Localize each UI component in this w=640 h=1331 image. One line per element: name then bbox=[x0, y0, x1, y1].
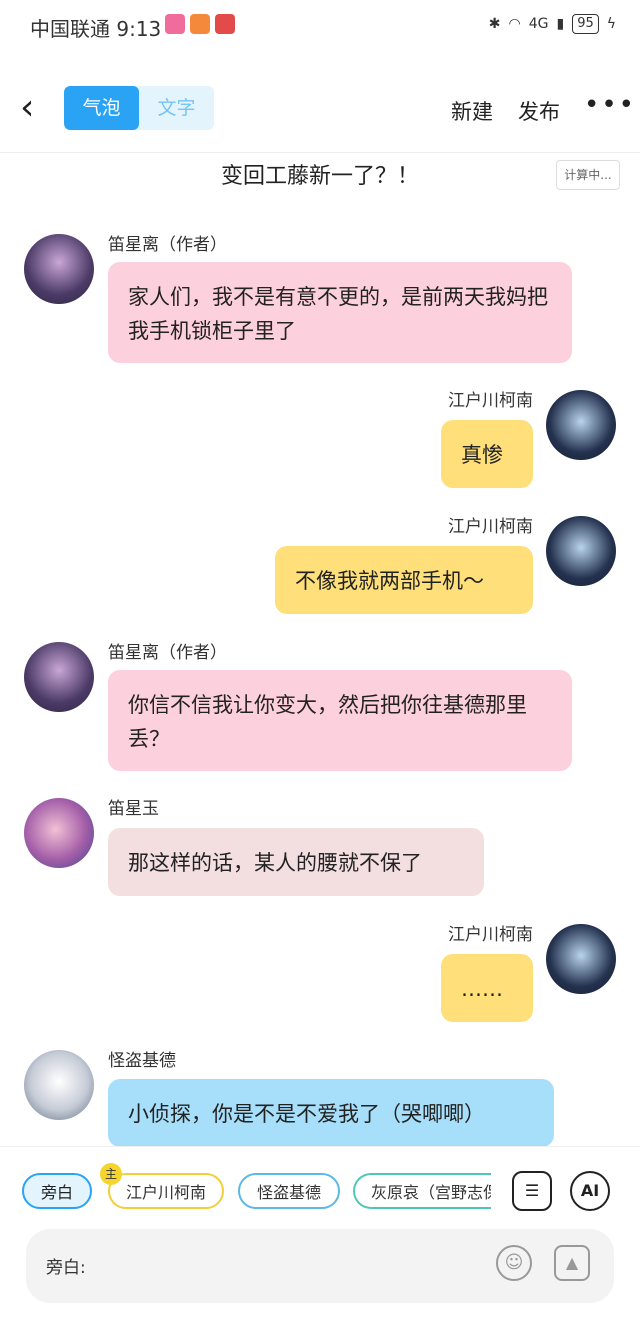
image-icon[interactable]: ▲ bbox=[554, 1245, 590, 1281]
chat-bubble[interactable]: 不像我就两部手机～ bbox=[275, 546, 533, 614]
carrier-time: 中国联通 9:13 bbox=[30, 17, 162, 41]
bilibili-icon bbox=[165, 14, 185, 34]
sender-name: 笛星离（作者） bbox=[108, 235, 227, 255]
network-type: 4G bbox=[528, 16, 549, 32]
avatar-conan[interactable] bbox=[546, 390, 616, 460]
sender-name: 笛星玉 bbox=[108, 799, 159, 819]
status-icons: ✱ ◠ 4G ▮ 95 ϟ bbox=[489, 14, 616, 34]
character-chip-narration[interactable]: 旁白 bbox=[22, 1173, 92, 1209]
composer-panel: 旁白 江户川柯南 主 怪盗基德 灰原哀（宫野志保） ☰ AI 旁白: ☺ ▲ bbox=[0, 1146, 640, 1331]
message-input[interactable]: 旁白: ☺ ▲ bbox=[26, 1229, 614, 1303]
tab-bubble[interactable]: 气泡 bbox=[64, 86, 139, 130]
avatar-kid[interactable] bbox=[24, 1050, 94, 1120]
chat-bubble[interactable]: 小侦探，你是不是不爱我了（哭唧唧） bbox=[108, 1079, 554, 1147]
chapter-title[interactable]: 变回工藤新一了？！ bbox=[0, 158, 640, 190]
sender-name: 笛星离（作者） bbox=[108, 643, 227, 663]
emoji-icon[interactable]: ☺ bbox=[496, 1245, 532, 1281]
avatar-author[interactable] bbox=[24, 234, 94, 304]
avatar-author[interactable] bbox=[24, 642, 94, 712]
ai-button[interactable]: AI bbox=[570, 1171, 610, 1211]
tab-text[interactable]: 文字 bbox=[139, 86, 214, 130]
charging-icon: ϟ bbox=[606, 16, 616, 32]
main-character-badge: 主 bbox=[100, 1163, 122, 1185]
chat-bubble[interactable]: …… bbox=[441, 954, 533, 1022]
bluetooth-icon: ✱ bbox=[488, 16, 501, 32]
character-chip-kid[interactable]: 怪盗基德 bbox=[238, 1173, 340, 1209]
avatar-conan[interactable] bbox=[546, 516, 616, 586]
sender-name: 江户川柯南 bbox=[448, 391, 533, 411]
sender-name: 江户川柯南 bbox=[448, 517, 533, 537]
sender-name: 怪盗基德 bbox=[108, 1051, 176, 1071]
signal-icon: ▮ bbox=[556, 16, 565, 32]
back-chevron-icon[interactable]: ‹ bbox=[20, 88, 50, 128]
character-chip-haibara[interactable]: 灰原哀（宫野志保） bbox=[353, 1173, 491, 1209]
new-button[interactable]: 新建 bbox=[451, 96, 493, 126]
avatar-xingyu[interactable] bbox=[24, 798, 94, 868]
more-icon[interactable]: ••• bbox=[584, 90, 636, 120]
chat-bubble[interactable]: 真惨 bbox=[441, 420, 533, 488]
input-speaker-label: 旁白: bbox=[46, 1258, 86, 1278]
sender-name: 江户川柯南 bbox=[448, 925, 533, 945]
video-app-icon bbox=[190, 14, 210, 34]
top-bar: ‹ 气泡 文字 新建 发布 ••• bbox=[0, 68, 640, 153]
chat-bubble[interactable]: 那这样的话，某人的腰就不保了 bbox=[108, 828, 484, 896]
status-bar: 中国联通 9:13 ✱ ◠ 4G ▮ 95 ϟ bbox=[0, 0, 640, 52]
publish-button[interactable]: 发布 bbox=[518, 96, 560, 126]
battery-level: 95 bbox=[572, 14, 599, 34]
notification-icons bbox=[165, 14, 235, 34]
huawei-icon bbox=[215, 14, 235, 34]
character-list-icon[interactable]: ☰ bbox=[512, 1171, 552, 1211]
wifi-icon: ◠ bbox=[508, 16, 521, 32]
chat-bubble[interactable]: 家人们，我不是有意不更的，是前两天我妈把我手机锁柜子里了 bbox=[108, 262, 572, 363]
mode-toggle: 气泡 文字 bbox=[64, 86, 214, 130]
avatar-conan[interactable] bbox=[546, 924, 616, 994]
chat-bubble[interactable]: 你信不信我让你变大，然后把你往基德那里丢？ bbox=[108, 670, 572, 771]
word-count-badge: 计算中... bbox=[556, 160, 620, 190]
character-chip-conan[interactable]: 江户川柯南 bbox=[108, 1173, 224, 1209]
